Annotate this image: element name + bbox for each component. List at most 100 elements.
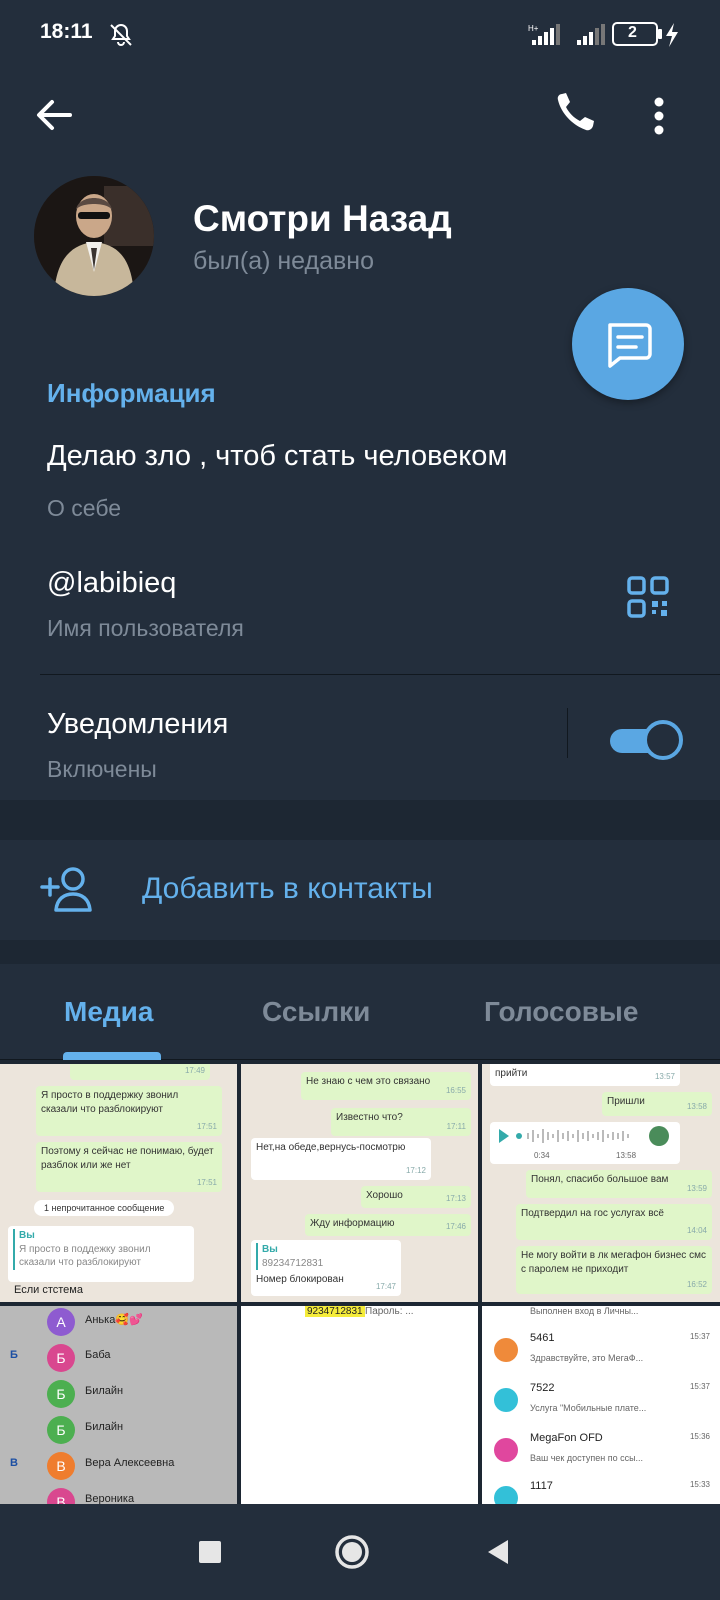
status-bar: 18:11 H+ 2 [0, 0, 720, 70]
bio-text[interactable]: Делаю зло , чтоб стать человеком [47, 440, 507, 473]
message-text: Подтвердил на гос услугах всё [521, 1208, 664, 1219]
message-preview: Выполнен вход в Личны... [530, 1306, 639, 1316]
divider [567, 708, 568, 758]
reply-author: Вы [19, 1230, 35, 1241]
signal-icon: H+ [528, 24, 560, 45]
message-text: Не знаю с чем это связано [306, 1076, 431, 1087]
add-user-icon [40, 867, 92, 912]
media-thumbnail[interactable]: 17:49 Я просто в поддержку звонил сказал… [0, 1064, 237, 1302]
message-text: Не могу войти в лк мегафон бизнес смс с … [521, 1250, 706, 1275]
recents-button[interactable] [190, 1532, 230, 1572]
message-text: Если стстема [14, 1284, 83, 1296]
qr-code-button[interactable] [626, 575, 670, 619]
voice-message: 0:34 13:58 [490, 1122, 680, 1164]
qr-code-icon [627, 576, 669, 618]
media-thumbnail[interactable]: А Анька🥰💕 Б Б Баба Б Билайн Б Билайн В В… [0, 1306, 237, 1504]
add-contact-row[interactable]: Добавить в контакты [0, 840, 720, 940]
notifications-title[interactable]: Уведомления [47, 708, 228, 741]
contact-avatar: Б [47, 1380, 75, 1408]
chat-bubble: Пришли 13:58 [602, 1092, 712, 1116]
tab-voice[interactable]: Голосовые [484, 996, 638, 1028]
media-thumbnail[interactable]: прийти 13:57 Пришли 13:58 0:34 13:58 Пон… [482, 1064, 720, 1302]
notifications-state: Включены [47, 756, 157, 782]
sms-time: 15:36 [689, 1432, 710, 1441]
reply-author: Вы [262, 1244, 278, 1255]
message-time: 13:59 [686, 1184, 707, 1194]
more-vertical-icon [654, 97, 664, 135]
chat-bubble: Поэтому я сейчас не понимаю, будет разбл… [36, 1142, 222, 1192]
chat-bubble: Не знаю с чем это связано 16:55 [301, 1072, 471, 1100]
chat-bubble: Известно что? 17:11 [331, 1108, 471, 1136]
chat-bubble: Подтвердил на гос услугах всё 14:04 [516, 1204, 712, 1240]
media-thumbnail[interactable]: Выполнен вход в Личны... 5461 Здравствуй… [482, 1306, 720, 1504]
message-text: Понял, спасибо большое вам [531, 1174, 669, 1185]
contact-item: Б Билайн [0, 1376, 237, 1412]
message-text: Номер блокирован [256, 1274, 344, 1285]
sms-avatar [494, 1486, 518, 1504]
battery-tip [658, 29, 662, 39]
voice-duration: 0:34 [534, 1151, 550, 1161]
sms-item: 1117 15:33 [482, 1476, 720, 1504]
notifications-toggle[interactable] [610, 718, 683, 764]
more-button[interactable] [650, 90, 690, 140]
contact-name: Вера Алексеевна [85, 1457, 175, 1469]
message-text: Жду информацию [310, 1218, 395, 1229]
avatar[interactable] [34, 176, 154, 296]
contact-name: Вероника [85, 1493, 135, 1504]
toggle-knob [643, 720, 683, 760]
sms-preview: Ваш чек доступен по ссы... [530, 1453, 644, 1463]
message-time: 17:51 [196, 1178, 217, 1188]
square-icon [199, 1541, 221, 1563]
message-time: 14:04 [686, 1226, 707, 1236]
media-thumbnail[interactable]: Не знаю с чем это связано 16:55 Известно… [241, 1064, 478, 1302]
tab-media[interactable]: Медиа [64, 996, 153, 1028]
info-section-title: Информация [47, 378, 216, 408]
message-time: 17:51 [196, 1122, 217, 1132]
chat-bubble: Хорошо 17:13 [361, 1186, 471, 1208]
chat-bubble: Не могу войти в лк мегафон бизнес смс с … [516, 1246, 712, 1294]
username-label: Имя пользователя [47, 615, 244, 641]
sms-item: MegaFon OFD Ваш чек доступен по ссы... 1… [482, 1428, 720, 1474]
media-thumbnail[interactable]: 9234712831 Пароль: ... [241, 1306, 478, 1504]
back-button[interactable] [30, 90, 80, 140]
message-icon [608, 323, 652, 368]
highlighted-text: 9234712831 [305, 1306, 365, 1317]
battery-icon: 2 [612, 22, 658, 46]
contact-item: А Анька🥰💕 [0, 1306, 237, 1340]
sms-time: 15:37 [689, 1382, 710, 1391]
divider [40, 674, 720, 675]
arrow-left-icon [37, 100, 72, 130]
home-button[interactable] [332, 1532, 372, 1572]
message-time: 17:46 [445, 1222, 466, 1232]
reply-text: Я просто в поддежку звонил сказали что р… [19, 1243, 151, 1269]
tab-links[interactable]: Ссылки [262, 996, 370, 1028]
message-time: 17:47 [375, 1282, 396, 1292]
send-message-button[interactable] [572, 288, 684, 400]
triangle-back-icon [488, 1540, 508, 1564]
reply-text: 89234712831 [262, 1257, 324, 1269]
sms-time: 15:37 [689, 1332, 710, 1341]
sms-preview: Услуга "Мобильные плате... [530, 1403, 647, 1413]
battery-level: 2 [628, 24, 637, 41]
message-time: 16:55 [445, 1086, 466, 1096]
contact-name: Анька🥰💕 [85, 1314, 143, 1326]
add-contact-label: Добавить в контакты [142, 872, 433, 905]
message-time: 16:52 [686, 1280, 707, 1290]
chat-bubble: прийти 13:57 [490, 1064, 680, 1086]
username-text[interactable]: @labibieq [47, 567, 176, 600]
chat-bubble: 17:49 [70, 1064, 210, 1080]
call-button[interactable] [552, 88, 600, 138]
contact-avatar: А [47, 1308, 75, 1336]
message-text: Известно что? [336, 1112, 403, 1123]
message-text: прийти [495, 1068, 528, 1079]
message-time: 13:57 [654, 1072, 675, 1082]
profile-header: Смотри Назад был(а) недавно Информация Д… [0, 70, 720, 800]
signal-icon [577, 24, 605, 45]
message-text: Хорошо [366, 1190, 403, 1201]
contact-letter: Б [10, 1349, 18, 1361]
nav-back-button[interactable] [478, 1532, 518, 1572]
charging-icon [666, 23, 678, 47]
status-time: 18:11 [40, 20, 93, 43]
message-time: 17:13 [445, 1194, 466, 1204]
sms-item: 7522 Услуга "Мобильные плате... 15:37 [482, 1378, 720, 1424]
